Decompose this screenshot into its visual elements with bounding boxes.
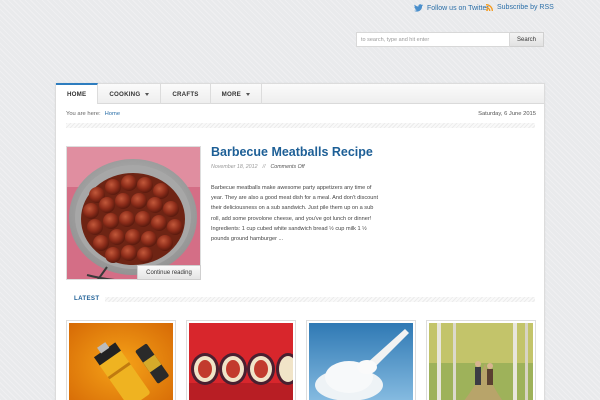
post-excerpt: Barbecue meatballs make awesome party ap… [211, 185, 379, 243]
latest-thumb-figs[interactable] [186, 320, 296, 400]
current-date: Saturday, 6 June 2015 [478, 111, 536, 117]
nav-item-label: COOKING [109, 90, 141, 98]
nav-item-crafts[interactable]: CRAFTS [161, 84, 211, 104]
divider [66, 297, 535, 302]
continue-reading-button[interactable]: Continue reading [137, 265, 201, 280]
post-title[interactable]: Barbecue Meatballs Recipe [211, 145, 373, 159]
search-input[interactable] [356, 32, 510, 47]
latest-thumb-flour[interactable] [306, 320, 416, 400]
nav-item-home[interactable]: HOME [56, 83, 99, 104]
search-button[interactable]: Search [510, 32, 544, 47]
latest-heading: LATEST [66, 295, 106, 302]
latest-thumb-battery[interactable] [66, 320, 176, 400]
breadcrumb-prefix: You are here: [66, 111, 101, 117]
nav-item-label: HOME [67, 91, 87, 98]
nav-item-label: CRAFTS [172, 90, 199, 98]
search-form: Search [356, 32, 544, 47]
nav-item-label: MORE [221, 90, 242, 98]
breadcrumb: You are here: Home [66, 111, 120, 117]
latest-posts [66, 320, 536, 400]
top-bar: Follow us on Twitter Subscribe by RSS [0, 0, 600, 18]
chevron-down-icon [246, 92, 251, 96]
rss-icon [486, 4, 493, 11]
rss-link[interactable]: Subscribe by RSS [486, 4, 554, 11]
nav-item-cooking[interactable]: COOKING [98, 84, 162, 104]
main-container: HOME COOKING CRAFTS MORE You are here: H… [55, 83, 545, 400]
nav-item-more[interactable]: MORE [211, 84, 263, 104]
rss-link-label: Subscribe by RSS [497, 4, 554, 11]
featured-image[interactable] [66, 146, 201, 280]
post-date: November 18, 2012 [211, 164, 258, 170]
latest-thumb-forest[interactable] [426, 320, 536, 400]
meta-separator: // [262, 164, 266, 170]
breadcrumb-home-link[interactable]: Home [105, 111, 120, 117]
main-nav: HOME COOKING CRAFTS MORE [56, 83, 544, 104]
divider [66, 123, 535, 128]
twitter-link-label: Follow us on Twitter [427, 4, 489, 12]
twitter-icon [414, 4, 423, 12]
twitter-link[interactable]: Follow us on Twitter [414, 4, 489, 12]
post-meta: November 18, 2012 // Comments Off [211, 164, 305, 170]
comments-link[interactable]: Comments Off [270, 164, 304, 170]
chevron-down-icon [145, 92, 150, 96]
